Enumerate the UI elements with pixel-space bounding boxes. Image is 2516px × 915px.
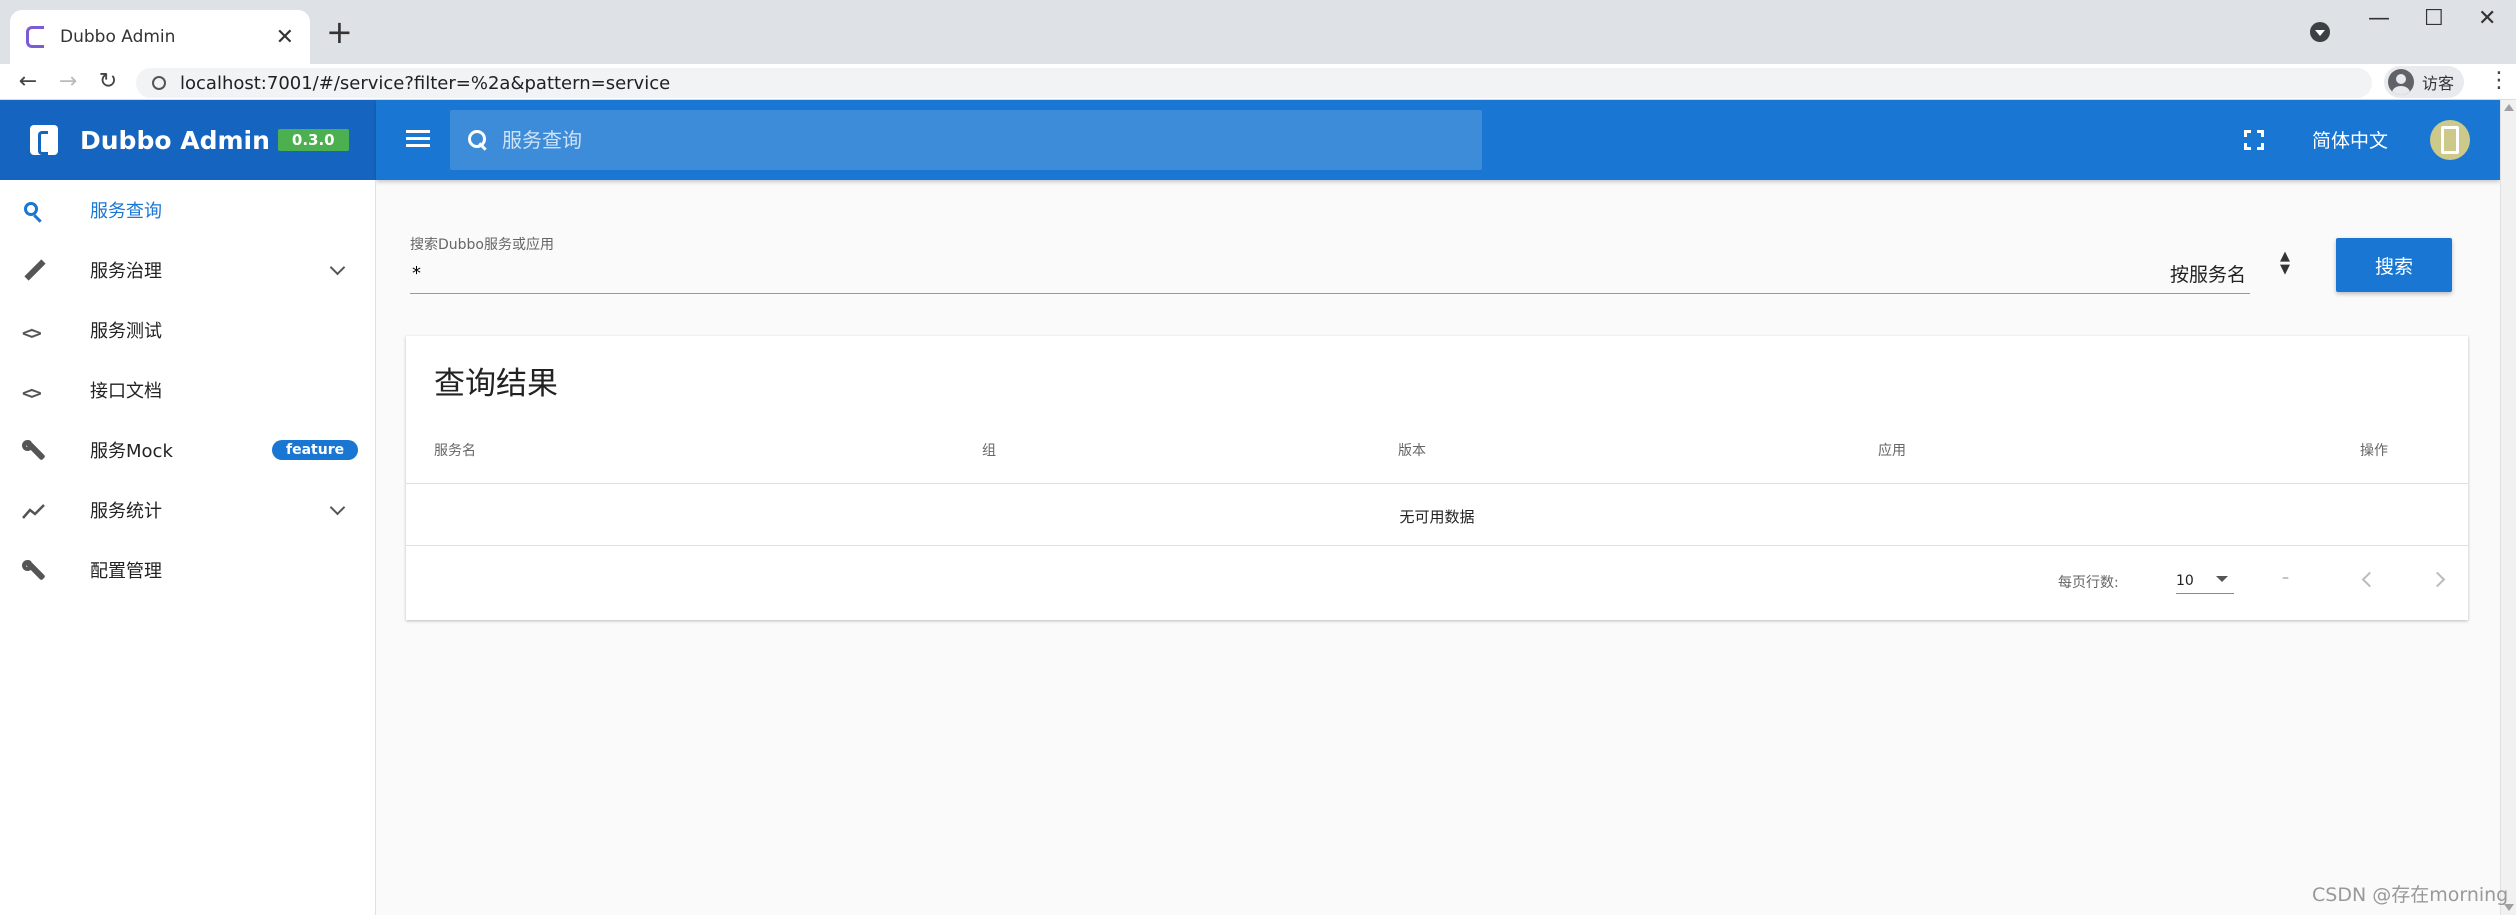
app-toolbar: 简体中文: [376, 100, 2500, 180]
close-tab-icon[interactable]: ✕: [276, 25, 294, 50]
sidebar-item-label: 服务查询: [90, 201, 162, 222]
column-header-group[interactable]: 组: [982, 440, 996, 460]
results-card: 查询结果 服务名 组 版本 应用 操作 无可用数据 每页行数: 10 –: [406, 336, 2468, 620]
tab-title: Dubbo Admin: [60, 27, 176, 47]
watermark: CSDN @存在morning: [2312, 884, 2509, 906]
sidebar-item-label: 服务测试: [90, 321, 162, 342]
sidebar-item-api-docs[interactable]: <> 接口文档: [0, 360, 375, 420]
column-header-version[interactable]: 版本: [1398, 440, 1426, 460]
rows-per-page-select[interactable]: 10: [2176, 568, 2234, 594]
url-text: localhost:7001/#/service?filter=%2a&patt…: [180, 72, 671, 94]
search-icon: [468, 130, 488, 150]
page-scrollbar[interactable]: [2500, 100, 2516, 915]
chevron-down-icon: [329, 499, 346, 516]
chevron-left-icon[interactable]: [2361, 571, 2378, 588]
browser-menu-icon[interactable]: ⋮: [2488, 68, 2510, 93]
version-badge: 0.3.0: [277, 129, 349, 151]
maximize-icon[interactable]: ☐: [2424, 6, 2444, 31]
close-window-icon[interactable]: ✕: [2478, 6, 2496, 31]
sidebar-item-service-mock[interactable]: 服务Mock feature: [0, 420, 375, 480]
search-type-select[interactable]: 按服务名: [2170, 260, 2246, 287]
browser-tab[interactable]: Dubbo Admin ✕: [10, 10, 310, 64]
fullscreen-icon[interactable]: [2244, 130, 2264, 150]
pencil-icon: [22, 259, 46, 282]
trending-icon: [22, 500, 46, 522]
rows-per-page-label: 每页行数:: [2058, 575, 2119, 591]
empty-table-message: 无可用数据: [1399, 508, 1475, 526]
results-title: 查询结果: [434, 366, 558, 402]
site-info-icon[interactable]: [152, 76, 166, 90]
sidebar-item-config-management[interactable]: 配置管理: [0, 540, 375, 600]
sidebar-item-service-search[interactable]: 服务查询: [0, 180, 375, 240]
dubbo-favicon-icon: [26, 26, 44, 48]
app-title: Dubbo Admin: [80, 125, 270, 155]
hamburger-menu-icon[interactable]: [406, 130, 430, 148]
column-header-application[interactable]: 应用: [1878, 440, 1906, 460]
search-button[interactable]: 搜索: [2336, 238, 2452, 292]
app-brand: Dubbo Admin 0.3.0: [0, 100, 376, 180]
sidebar-item-label: 服务Mock: [90, 441, 173, 462]
search-icon: [22, 200, 46, 223]
footer-divider: [406, 545, 2468, 546]
select-arrows-icon[interactable]: ▲ ▼: [2280, 250, 2290, 276]
header-search-input[interactable]: [500, 127, 1450, 153]
code-icon: <>: [22, 323, 42, 344]
new-tab-icon[interactable]: +: [326, 14, 353, 50]
sidebar-item-label: 接口文档: [90, 381, 162, 402]
scroll-up-icon[interactable]: [2504, 104, 2514, 111]
guest-avatar-icon: [2388, 69, 2414, 95]
wrench-icon: [22, 559, 46, 582]
sidebar-item-label: 服务治理: [90, 261, 162, 282]
sidebar-item-service-stats[interactable]: 服务统计: [0, 480, 375, 540]
feature-badge: feature: [272, 440, 359, 460]
back-icon[interactable]: ←: [8, 69, 48, 94]
user-avatar[interactable]: [2430, 120, 2470, 160]
sidebar: 服务查询 服务治理 <> 服务测试 <> 接口文档 服务Mock feature…: [0, 180, 376, 915]
browser-toolbar: ← → ↻ localhost:7001/#/service?filter=%2…: [0, 64, 2516, 100]
column-header-service-name[interactable]: 服务名: [434, 440, 476, 460]
search-field-label: 搜索Dubbo服务或应用: [410, 237, 554, 253]
page-range: –: [2282, 570, 2289, 586]
column-header-operation: 操作: [2360, 443, 2388, 459]
wrench-icon: [22, 439, 46, 462]
profile-button[interactable]: 访客: [2384, 66, 2465, 98]
sidebar-item-label: 服务统计: [90, 501, 162, 522]
minimize-icon[interactable]: —: [2368, 6, 2390, 31]
browser-tab-strip: Dubbo Admin ✕ + — ☐ ✕: [0, 0, 2516, 64]
service-search-input[interactable]: [410, 254, 2250, 294]
header-divider: [406, 483, 2468, 484]
tab-search-icon[interactable]: [2310, 22, 2330, 42]
reload-icon[interactable]: ↻: [88, 69, 128, 94]
address-bar[interactable]: localhost:7001/#/service?filter=%2a&patt…: [136, 68, 2372, 98]
profile-label: 访客: [2422, 74, 2455, 93]
sidebar-item-service-test[interactable]: <> 服务测试: [0, 300, 375, 360]
code-icon: <>: [22, 383, 42, 404]
dubbo-logo-icon: [30, 125, 58, 155]
header-search[interactable]: [450, 110, 1482, 170]
sidebar-item-service-governance[interactable]: 服务治理: [0, 240, 375, 300]
forward-icon[interactable]: →: [48, 69, 88, 94]
chevron-right-icon[interactable]: [2429, 571, 2446, 588]
sidebar-item-label: 配置管理: [90, 561, 162, 582]
language-selector[interactable]: 简体中文: [2312, 126, 2388, 153]
chevron-down-icon: [329, 259, 346, 276]
